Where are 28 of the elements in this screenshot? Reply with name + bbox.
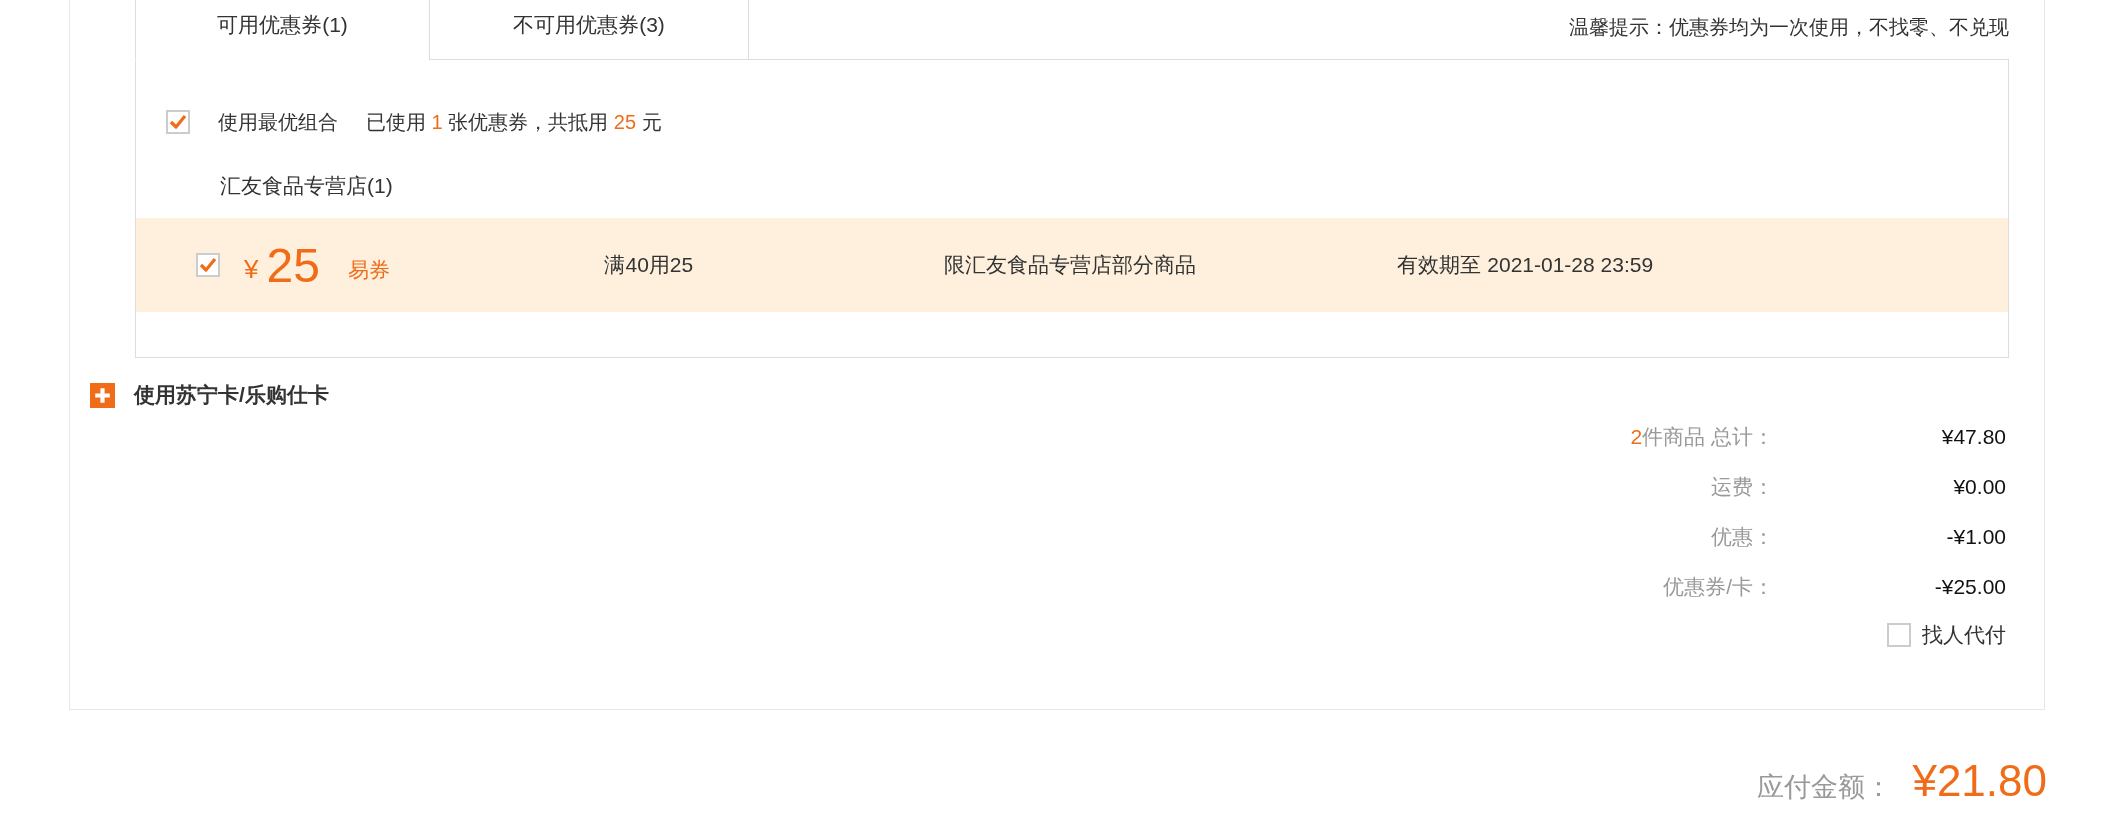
store-name: 汇友食品专营店(1) bbox=[219, 173, 394, 199]
best-combo-label: 使用最优组合 bbox=[218, 109, 338, 135]
summary-value: -¥25.00 bbox=[1933, 575, 2006, 599]
card-option-label[interactable]: 使用苏宁卡/乐购仕卡 bbox=[134, 381, 329, 409]
checkbox[interactable] bbox=[166, 110, 190, 134]
summary-value: -¥1.00 bbox=[1945, 525, 2006, 549]
summary-value: ¥47.80 bbox=[1940, 425, 2006, 449]
coupon-hint: 温馨提示：优惠券均为一次使用，不找零、不兑现 bbox=[1569, 15, 2009, 40]
summary-label: 优惠券/卡： bbox=[1663, 574, 1774, 600]
coupon-value: 25 bbox=[266, 237, 321, 293]
coupon-rule: 满40用25 bbox=[604, 252, 695, 278]
coupon-scope: 限汇友食品专营店部分商品 bbox=[944, 252, 1198, 278]
coupon-validity: 有效期至 2021-01-28 23:59 bbox=[1397, 252, 1654, 278]
summary-label: 运费： bbox=[1711, 474, 1774, 500]
total-amount: ¥21.80 bbox=[1912, 756, 2047, 806]
summary-label: 优惠： bbox=[1711, 524, 1774, 550]
currency-sign: ¥ bbox=[244, 253, 259, 285]
summary-label: 2件商品 总计： bbox=[1630, 424, 1774, 450]
total-label: 应付金额： bbox=[1757, 771, 1893, 804]
summary-value: ¥0.00 bbox=[1952, 475, 2006, 499]
coupon-usage-summary: 已使用 1 张优惠券，共抵用 25 元 bbox=[366, 109, 662, 135]
checkbox[interactable] bbox=[196, 253, 220, 277]
plus-icon[interactable] bbox=[90, 382, 115, 408]
checkbox[interactable] bbox=[1887, 623, 1911, 647]
pay-for-me-label[interactable]: 找人代付 bbox=[1922, 621, 2006, 649]
coupon-type: 易券 bbox=[348, 257, 392, 283]
coupon-tab[interactable]: 不可用优惠券(3) bbox=[429, 0, 749, 60]
coupon-row[interactable]: ¥ 25 易券 满40用25 限汇友食品专营店部分商品 有效期至 2021-01-28 23:59 bbox=[136, 218, 2008, 312]
